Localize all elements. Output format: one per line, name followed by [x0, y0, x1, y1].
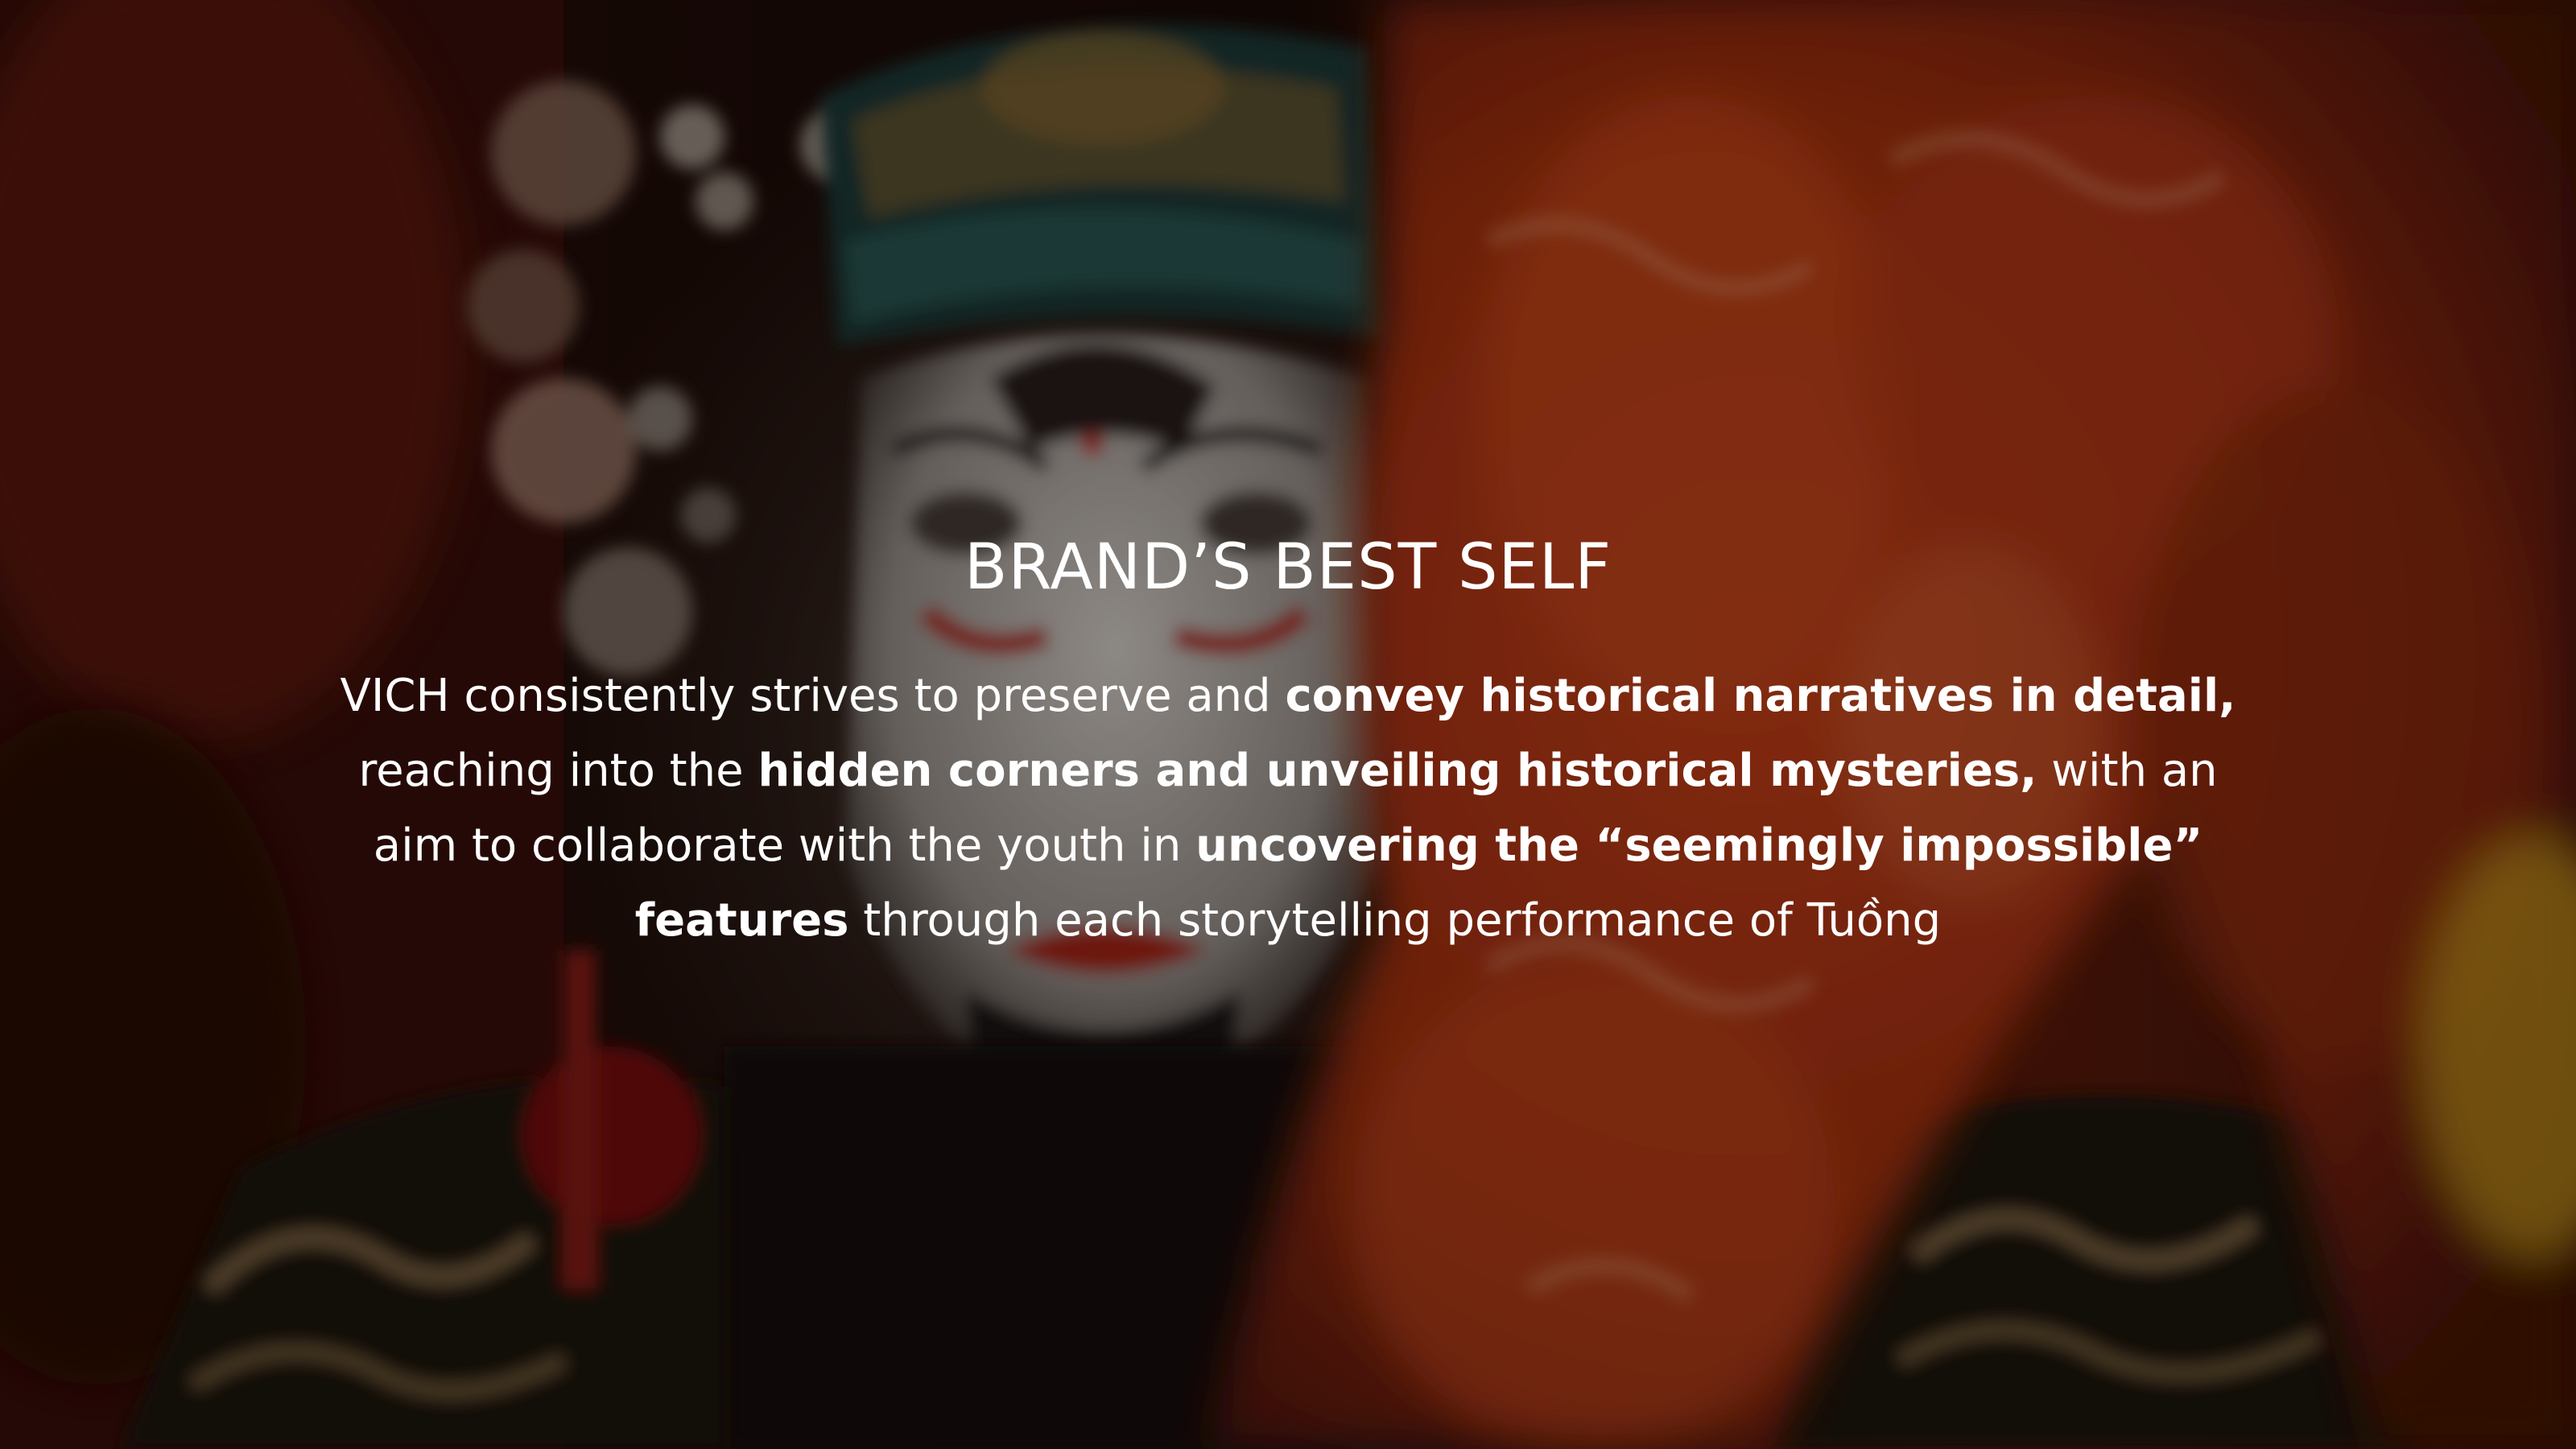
text-content: BRAND’S BEST SELF VICH consistently stri… [0, 0, 2576, 1449]
body-text-segment: reaching into the [358, 745, 758, 797]
slide: BRAND’S BEST SELF VICH consistently stri… [0, 0, 2576, 1449]
body-text-segment: VICH consistently strives to preserve an… [340, 670, 1286, 722]
body-paragraph: VICH consistently strives to preserve an… [322, 658, 2254, 958]
body-text-emphasis: hidden corners and unveiling historical … [758, 745, 2037, 797]
body-text-emphasis: convey historical narratives in detail, [1285, 670, 2236, 722]
slide-title: BRAND’S BEST SELF [964, 531, 1612, 604]
body-text-segment: through each storytelling performance of… [848, 894, 1942, 947]
